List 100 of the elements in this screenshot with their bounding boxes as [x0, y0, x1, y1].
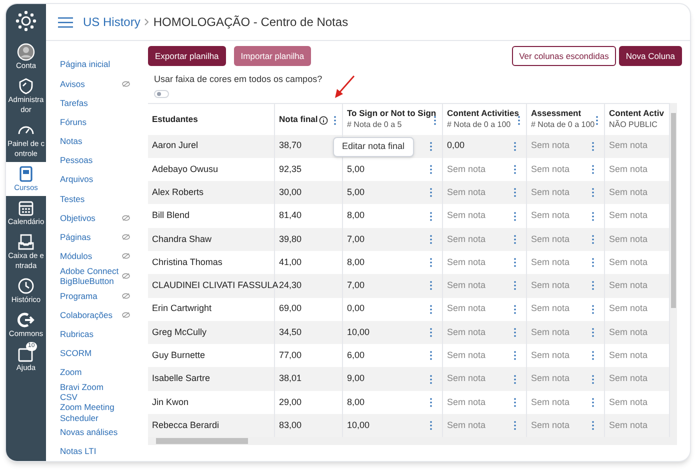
grade-cell[interactable]: Sem nota — [531, 232, 570, 246]
info-icon[interactable] — [319, 116, 328, 124]
grade-cell[interactable]: Sem nota — [609, 139, 648, 153]
grade-cell[interactable]: 8,00 — [347, 256, 365, 270]
course-nav-link[interactable]: Novas análises — [60, 422, 136, 442]
toolbar-button[interactable]: Importar planilha — [234, 46, 312, 66]
book-icon — [17, 165, 35, 183]
menu-icon[interactable] — [58, 16, 73, 28]
grade-cell[interactable]: Sem nota — [447, 418, 486, 432]
grade-cell[interactable]: Sem nota — [447, 162, 486, 176]
grade-cell[interactable]: Sem nota — [609, 349, 648, 363]
course-nav-link[interactable]: Colaborações — [60, 305, 136, 325]
commons-icon — [17, 311, 35, 329]
grade-cell[interactable]: Sem nota — [447, 279, 486, 293]
grade-cell[interactable]: Sem nota — [531, 349, 570, 363]
course-nav-link[interactable]: Bravi Zoom CSV — [60, 382, 136, 402]
grade-cell[interactable]: 7,00 — [347, 279, 365, 293]
toolbar-button[interactable]: Exportar planilha — [148, 46, 226, 66]
grade-cell[interactable]: Sem nota — [609, 372, 648, 386]
student-name: Jin Kwon — [152, 396, 189, 409]
course-nav-link[interactable]: Testes — [60, 189, 136, 208]
grade-cell[interactable]: Sem nota — [447, 372, 486, 386]
grade-cell[interactable]: Sem nota — [609, 396, 648, 410]
breadcrumb-link[interactable]: US History — [83, 13, 140, 31]
grade-cell[interactable]: Sem nota — [609, 279, 648, 293]
grade-cell[interactable]: Sem nota — [531, 279, 570, 293]
course-nav-link[interactable]: Avisos — [60, 74, 136, 94]
course-nav-link[interactable]: Tarefas — [60, 93, 136, 113]
toolbar-button[interactable]: Ver colunas escondidas — [512, 46, 616, 66]
course-nav-link[interactable]: Pessoas — [60, 150, 136, 170]
grade-cell[interactable]: Sem nota — [531, 372, 570, 386]
grade-cell-text: 38,70 — [279, 139, 302, 152]
course-nav-link[interactable]: Rubricas — [60, 324, 136, 344]
grade-cell-text: 77,00 — [279, 349, 302, 362]
grade-cell[interactable]: 9,00 — [347, 372, 365, 386]
course-nav-link[interactable]: Arquivos — [60, 170, 136, 190]
course-nav-link[interactable]: Notas — [60, 132, 136, 151]
grade-cell[interactable]: Sem nota — [531, 396, 570, 410]
student-name: Aaron Jurel — [152, 139, 198, 152]
grade-cell-text: 24,30 — [279, 279, 302, 292]
grade-cell[interactable]: Sem nota — [447, 209, 486, 223]
grade-cell[interactable]: Sem nota — [447, 326, 486, 340]
grade-cell[interactable]: Sem nota — [531, 302, 570, 316]
grade-cell[interactable]: Sem nota — [609, 232, 648, 246]
toolbar-button[interactable]: Nova Coluna — [618, 46, 682, 66]
vertical-scrollbar[interactable] — [670, 102, 677, 444]
grade-cell[interactable]: Sem nota — [609, 326, 648, 340]
course-nav-link[interactable]: Zoom Meeting Scheduler — [60, 402, 136, 423]
grade-cell[interactable]: Sem nota — [531, 162, 570, 176]
grade-cell-text: 83,00 — [279, 418, 302, 432]
course-nav-link[interactable]: Programa — [60, 286, 136, 306]
grade-cell[interactable]: Sem nota — [531, 186, 570, 200]
grade-cell[interactable]: Sem nota — [531, 418, 570, 432]
grade-cell-text: 81,40 — [279, 209, 302, 222]
grade-cell[interactable]: 10,00 — [347, 326, 370, 340]
course-nav-link[interactable]: Páginas — [60, 228, 136, 247]
grade-cell[interactable]: 7,00 — [347, 232, 365, 246]
grade-cell[interactable]: 8,00 — [347, 209, 365, 223]
grade-cell[interactable]: 6,00 — [347, 349, 365, 363]
grade-cell[interactable]: 5,00 — [347, 186, 365, 200]
grade-cell[interactable]: 5,00 — [347, 162, 365, 176]
grade-cell[interactable]: Sem nota — [447, 302, 486, 316]
grade-cell[interactable]: Sem nota — [447, 256, 486, 270]
grade-cell[interactable]: Sem nota — [531, 209, 570, 223]
course-nav-link[interactable]: SCORM — [60, 344, 136, 364]
chevron-icon — [144, 18, 150, 26]
grade-cell[interactable]: 0,00 — [447, 139, 465, 153]
grade-cell[interactable]: Sem nota — [447, 349, 486, 363]
course-nav-link[interactable]: Zoom — [60, 363, 136, 382]
student-name: Guy Burnette — [152, 349, 206, 362]
student-name: Isabelle Sartre — [152, 372, 210, 386]
grade-cell[interactable]: Sem nota — [447, 186, 486, 200]
student-name: Erin Cartwright — [152, 302, 212, 316]
grade-cell[interactable]: Sem nota — [609, 302, 648, 316]
grade-cell[interactable]: Sem nota — [609, 418, 648, 432]
page-title: HOMOLOGAÇÃO - Centro de Notas — [153, 14, 348, 31]
context-menu[interactable]: Editar nota final — [333, 137, 414, 157]
toggle-switch[interactable] — [154, 90, 169, 98]
grade-cell[interactable]: 0,00 — [347, 302, 365, 316]
grade-cell[interactable]: Sem nota — [531, 326, 570, 340]
grade-cell[interactable]: Sem nota — [609, 256, 648, 270]
grade-cell[interactable]: Sem nota — [531, 256, 570, 270]
grade-cell[interactable]: 10,00 — [347, 418, 370, 432]
student-name: Chandra Shaw — [152, 232, 212, 246]
grade-cell[interactable]: Sem nota — [447, 396, 486, 410]
course-nav-link[interactable]: Notas LTI — [60, 442, 136, 461]
grade-cell[interactable]: Sem nota — [531, 139, 570, 153]
student-name: Rebecca Berardi — [152, 418, 220, 432]
course-nav-link[interactable]: Adobe Connect BigBlueButton — [60, 266, 136, 286]
grade-cell[interactable]: Sem nota — [609, 162, 648, 176]
grade-cell[interactable]: Sem nota — [609, 209, 648, 223]
grade-cell[interactable]: Sem nota — [447, 232, 486, 246]
course-nav-link[interactable]: Módulos — [60, 246, 136, 266]
logo-icon[interactable] — [15, 10, 37, 32]
course-nav-link[interactable]: Objetivos — [60, 208, 136, 228]
grade-cell[interactable]: Sem nota — [609, 186, 648, 200]
avatar-icon — [17, 43, 35, 61]
grade-cell[interactable]: 8,00 — [347, 396, 365, 410]
course-nav-link[interactable]: Fóruns — [60, 112, 136, 132]
course-nav-link[interactable]: Página inicial — [60, 55, 136, 74]
